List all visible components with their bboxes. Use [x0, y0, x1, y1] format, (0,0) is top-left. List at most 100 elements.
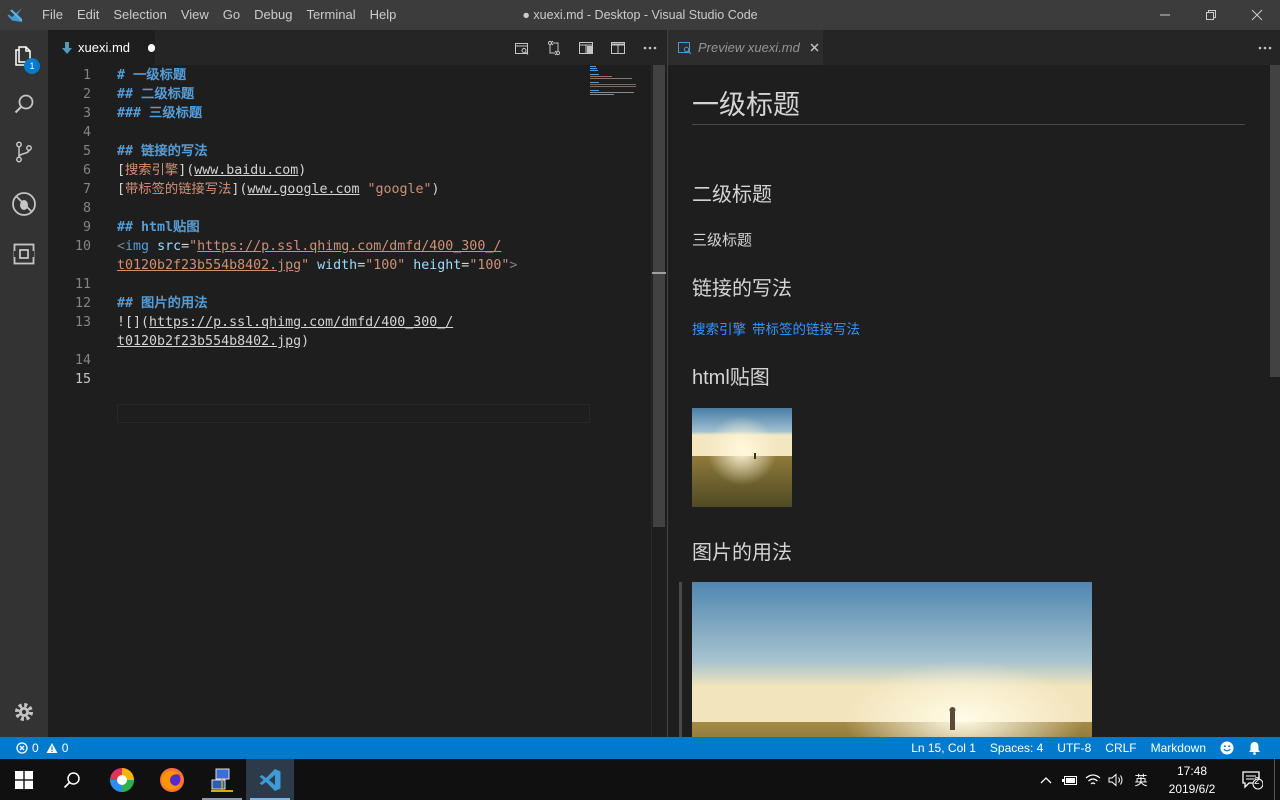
- taskbar-network-app-icon[interactable]: [198, 759, 246, 800]
- code-editor[interactable]: 1 # 一级标题 2 ## 二级标题 3 ### 三级标题 4 5 ## 链接的写法 6 [搜索引擎…: [48, 65, 666, 737]
- preview-tabs: Preview xuexi.md: [668, 30, 1280, 65]
- close-window-button[interactable]: [1234, 0, 1280, 30]
- code-line[interactable]: 1 # 一级标题: [48, 66, 603, 85]
- code-token: [: [117, 163, 126, 178]
- markdown-preview[interactable]: 一级标题 二级标题 三级标题 链接的写法 搜索引擎 带标签的链接写法 html贴…: [668, 65, 1280, 737]
- line-text: ![](https://p.ssl.qhimg.com/dmfd/400_300…: [117, 313, 453, 332]
- wifi-icon[interactable]: [1082, 759, 1104, 800]
- restore-button[interactable]: [1188, 0, 1234, 30]
- minimap[interactable]: [588, 65, 651, 105]
- debug-icon[interactable]: [0, 180, 48, 228]
- preview-more-actions-icon[interactable]: [1249, 30, 1280, 65]
- preview-h2-links: 链接的写法: [692, 276, 792, 300]
- preview-scrollbar-thumb[interactable]: [1270, 65, 1280, 377]
- code-line[interactable]: 7 [带标签的链接写法](www.google.com "google"): [48, 180, 603, 199]
- status-bar-right: Ln 15, Col 1 Spaces: 4 UTF-8 CRLF Markdo…: [904, 737, 1268, 759]
- preview-h2-html: html贴图: [692, 361, 770, 390]
- explorer-icon[interactable]: 1: [0, 32, 48, 80]
- unsaved-dot-icon[interactable]: [148, 43, 155, 52]
- code-token: >: [509, 258, 518, 273]
- code-line[interactable]: 6 [搜索引擎](www.baidu.com): [48, 161, 603, 180]
- code-line[interactable]: 12 ## 图片的用法: [48, 294, 603, 313]
- preview-link-tagged[interactable]: 带标签的链接写法: [752, 318, 860, 338]
- preview-icon: [678, 41, 692, 55]
- preview-scrollbar[interactable]: [1270, 65, 1280, 737]
- notifications-bell-icon[interactable]: [1241, 741, 1268, 755]
- language-mode[interactable]: Markdown: [1144, 737, 1213, 759]
- editor-scrollbar[interactable]: [651, 65, 666, 737]
- code-line[interactable]: t0120b2f23b554b8402.jpg): [48, 332, 603, 351]
- taskbar-firefox-icon[interactable]: [148, 759, 196, 800]
- show-desktop-button[interactable]: [1274, 759, 1280, 800]
- menu-view[interactable]: View: [174, 0, 216, 30]
- code-line[interactable]: 9 ## html贴图: [48, 218, 603, 237]
- editor-scrollbar-thumb[interactable]: [653, 65, 665, 527]
- code-line[interactable]: 11: [48, 275, 603, 294]
- input-method-indicator[interactable]: 英: [1128, 759, 1154, 800]
- action-center-icon[interactable]: 2: [1230, 759, 1274, 800]
- menu-edit[interactable]: Edit: [70, 0, 106, 30]
- taskbar-search-icon[interactable]: [48, 759, 96, 800]
- code-token: 搜索引擎: [125, 163, 179, 178]
- open-changes-icon[interactable]: [538, 30, 570, 65]
- code-line[interactable]: 13 ![](https://p.ssl.qhimg.com/dmfd/400_3…: [48, 313, 603, 332]
- line-number: 12: [74, 296, 91, 311]
- code-token: www.baidu.com: [194, 163, 299, 178]
- line-text: ## 链接的写法: [117, 142, 208, 161]
- warning-count: 0: [61, 741, 69, 755]
- volume-icon[interactable]: [1104, 759, 1128, 800]
- clock[interactable]: 17:48 2019/6/2: [1154, 759, 1230, 800]
- menu-file[interactable]: File: [35, 0, 70, 30]
- code-token: img: [125, 239, 150, 254]
- code-line[interactable]: 5 ## 链接的写法: [48, 142, 603, 161]
- preview-h2-images: 图片的用法: [692, 540, 792, 564]
- menu-debug[interactable]: Debug: [247, 0, 299, 30]
- cursor-position[interactable]: Ln 15, Col 1: [904, 737, 983, 759]
- preview-image-small: [692, 408, 792, 507]
- end-of-line[interactable]: CRLF: [1098, 737, 1143, 759]
- settings-gear-icon[interactable]: [0, 688, 48, 736]
- source-control-icon[interactable]: [0, 128, 48, 176]
- indentation[interactable]: Spaces: 4: [983, 737, 1050, 759]
- code-line[interactable]: 3 ### 三级标题: [48, 104, 603, 123]
- battery-icon[interactable]: [1058, 759, 1082, 800]
- problems-indicator[interactable]: 0 0: [16, 737, 68, 759]
- taskbar-vscode-icon[interactable]: [246, 759, 294, 800]
- feedback-smiley-icon[interactable]: [1213, 741, 1241, 755]
- preview-link-search[interactable]: 搜索引擎: [692, 318, 746, 338]
- error-count: 0: [32, 741, 39, 755]
- code-line[interactable]: 8: [48, 199, 603, 218]
- more-actions-icon[interactable]: [634, 30, 666, 65]
- open-preview-icon[interactable]: [506, 30, 538, 65]
- code-line[interactable]: 2 ## 二级标题: [48, 85, 603, 104]
- code-line[interactable]: 14: [48, 351, 603, 370]
- file-encoding[interactable]: UTF-8: [1050, 737, 1098, 759]
- code-token: 带标签的链接写法: [125, 182, 232, 197]
- code-line[interactable]: 4: [48, 123, 603, 142]
- preview-side-icon[interactable]: [570, 30, 602, 65]
- line-number: 11: [74, 277, 91, 292]
- code-line[interactable]: 10 <img src="https://p.ssl.qhimg.com/dmfd…: [48, 237, 603, 256]
- taskbar-browser-pinwheel-icon[interactable]: [98, 759, 146, 800]
- tab-preview-xuexi-md[interactable]: Preview xuexi.md: [668, 30, 823, 65]
- menu-terminal[interactable]: Terminal: [299, 0, 362, 30]
- menu-selection[interactable]: Selection: [106, 0, 173, 30]
- explorer-badge: 1: [24, 58, 40, 74]
- windows-start-icon[interactable]: [0, 759, 48, 800]
- code-token: www.google.com: [247, 182, 360, 197]
- search-icon[interactable]: [0, 80, 48, 128]
- menu-help[interactable]: Help: [363, 0, 404, 30]
- preview-h1-rule: [692, 124, 1245, 125]
- menu-go[interactable]: Go: [216, 0, 247, 30]
- tab-xuexi-md[interactable]: xuexi.md: [48, 30, 155, 65]
- system-tray: 英 17:48 2019/6/2 2: [1034, 759, 1280, 800]
- minimize-button[interactable]: [1142, 0, 1188, 30]
- extensions-icon[interactable]: [0, 230, 48, 278]
- code-line[interactable]: 15: [48, 370, 603, 389]
- close-tab-icon[interactable]: [810, 43, 819, 52]
- split-editor-icon[interactable]: [602, 30, 634, 65]
- code-line[interactable]: t0120b2f23b554b8402.jpg" width="100" hei…: [48, 256, 603, 275]
- line-number: 3: [82, 106, 91, 121]
- show-hidden-icons-chevron-icon[interactable]: [1034, 759, 1058, 800]
- code-token: =: [357, 258, 366, 273]
